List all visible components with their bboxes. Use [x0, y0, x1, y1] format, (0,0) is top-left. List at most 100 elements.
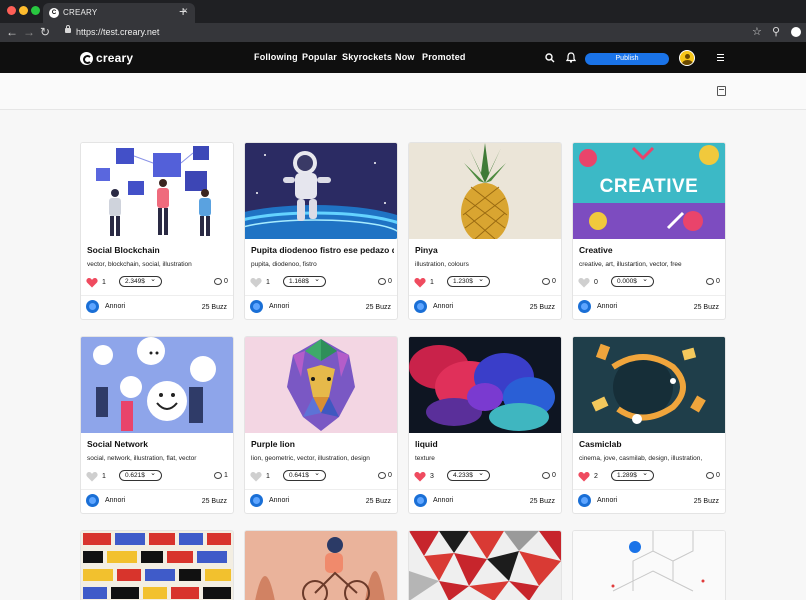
author-avatar[interactable] [414, 494, 427, 507]
payout-dropdown[interactable]: 1.230$ [447, 275, 490, 287]
post-title[interactable]: liquid [415, 439, 558, 449]
heart-icon[interactable] [578, 472, 590, 482]
post-thumbnail[interactable] [409, 531, 561, 600]
comment-icon[interactable] [378, 278, 386, 285]
publish-button[interactable]: Publish [585, 53, 669, 65]
post-title[interactable]: Purple lion [251, 439, 394, 449]
back-arrow-icon[interactable]: ← [6, 25, 18, 39]
post-thumbnail[interactable] [245, 531, 397, 600]
heart-icon[interactable] [86, 278, 98, 288]
comment-icon[interactable] [706, 472, 714, 479]
author-name[interactable]: Annori [597, 303, 617, 310]
post-thumbnail[interactable] [409, 337, 561, 433]
nav-promoted[interactable]: Promoted [422, 52, 466, 62]
url-field[interactable]: https://test.creary.net [76, 27, 159, 37]
post-title[interactable]: Social Blockchain [87, 245, 230, 255]
post-card[interactable] [408, 530, 562, 600]
browser-profile-icon[interactable] [791, 27, 801, 37]
logo[interactable]: creary [80, 50, 133, 66]
window-zoom-button[interactable] [31, 6, 40, 15]
payout-dropdown[interactable]: 1.168$ [283, 275, 326, 287]
post-thumbnail[interactable] [245, 337, 397, 433]
comment-icon[interactable] [542, 278, 550, 285]
author-name[interactable]: Annori [433, 303, 453, 310]
nav-skyrockets[interactable]: Skyrockets [342, 52, 392, 62]
post-card[interactable]: Purple lion lion, geometric, vector, ill… [244, 336, 398, 514]
post-title[interactable]: Pupita diodenoo fistro ese pedazo de ... [251, 245, 394, 255]
window-close-button[interactable] [7, 6, 16, 15]
post-card[interactable]: liquid texture 3 4.233$ 0 Annori 25 Buzz [408, 336, 562, 514]
post-title[interactable]: Social Network [87, 439, 230, 449]
new-tab-icon[interactable]: + [179, 4, 187, 18]
post-card[interactable] [572, 530, 726, 600]
reload-icon[interactable]: ↻ [40, 25, 50, 39]
post-thumbnail[interactable] [81, 531, 233, 600]
author-name[interactable]: Annori [597, 497, 617, 504]
post-thumbnail[interactable] [81, 337, 233, 433]
comment-icon[interactable] [542, 472, 550, 479]
vote-count: 0 [594, 279, 598, 286]
post-card[interactable]: Pupita diodenoo fistro ese pedazo de ...… [244, 142, 398, 320]
author-name[interactable]: Annori [433, 497, 453, 504]
author-avatar[interactable] [250, 494, 263, 507]
heart-icon[interactable] [414, 278, 426, 288]
payout-dropdown[interactable]: 4.233$ [447, 469, 490, 481]
heart-icon[interactable] [86, 472, 98, 482]
post-thumbnail[interactable] [409, 143, 561, 239]
author-avatar[interactable] [414, 300, 427, 313]
heart-icon[interactable] [250, 472, 262, 482]
bell-icon[interactable] [566, 52, 576, 63]
author-avatar[interactable] [250, 300, 263, 313]
author-avatar[interactable] [86, 300, 99, 313]
author-name[interactable]: Annori [269, 303, 289, 310]
comment-icon[interactable] [214, 278, 222, 285]
payout-dropdown[interactable]: 2.349$ [119, 275, 162, 287]
bookmark-star-icon[interactable]: ☆ [752, 25, 762, 39]
author-name[interactable]: Annori [269, 497, 289, 504]
layout-toggle-icon[interactable] [717, 86, 726, 96]
post-title[interactable]: Casmiclab [579, 439, 722, 449]
heart-icon[interactable] [578, 278, 590, 288]
forward-arrow-icon[interactable]: → [23, 25, 35, 39]
search-icon[interactable] [545, 53, 555, 63]
author-avatar[interactable] [86, 494, 99, 507]
post-thumbnail[interactable] [573, 337, 725, 433]
heart-icon[interactable] [250, 278, 262, 288]
vote-count: 3 [430, 473, 434, 480]
payout-dropdown[interactable]: 1.289$ [611, 469, 654, 481]
post-card[interactable] [80, 530, 234, 600]
hamburger-menu-icon[interactable] [717, 54, 724, 63]
post-title[interactable]: Pinya [415, 245, 558, 255]
author-name[interactable]: Annori [105, 303, 125, 310]
post-card[interactable] [244, 530, 398, 600]
vote-count: 2 [594, 473, 598, 480]
post-card[interactable]: Pinya illustration, colours 1 1.230$ 0 A… [408, 142, 562, 320]
author-avatar[interactable] [578, 300, 591, 313]
extension-icon[interactable]: ⚲ [772, 25, 780, 39]
post-card[interactable]: CREATIVE Creative creative, art, illusta… [572, 142, 726, 320]
author-name[interactable]: Annori [105, 497, 125, 504]
post-thumbnail[interactable] [81, 143, 233, 239]
browser-tab[interactable]: C CREARY × [43, 3, 195, 23]
comment-icon[interactable] [378, 472, 386, 479]
comment-icon[interactable] [706, 278, 714, 285]
post-title[interactable]: Creative [579, 245, 722, 255]
payout-dropdown[interactable]: 0.621$ [119, 469, 162, 481]
post-thumbnail[interactable] [245, 143, 397, 239]
post-card[interactable]: Social Network social, network, illustra… [80, 336, 234, 514]
user-avatar[interactable] [679, 50, 695, 66]
comment-icon[interactable] [214, 472, 222, 479]
window-minimize-button[interactable] [19, 6, 28, 15]
card-divider [81, 295, 233, 296]
nav-now[interactable]: Now [395, 52, 415, 62]
nav-popular[interactable]: Popular [302, 52, 337, 62]
post-card[interactable]: Social Blockchain vector, blockchain, so… [80, 142, 234, 320]
author-avatar[interactable] [578, 494, 591, 507]
post-thumbnail[interactable] [573, 531, 725, 600]
payout-dropdown[interactable]: 0.641$ [283, 469, 326, 481]
post-thumbnail[interactable]: CREATIVE [573, 143, 725, 239]
payout-dropdown[interactable]: 0.000$ [611, 275, 654, 287]
post-card[interactable]: Casmiclab cinema, jove, casmilab, design… [572, 336, 726, 514]
nav-following[interactable]: Following [254, 52, 298, 62]
heart-icon[interactable] [414, 472, 426, 482]
